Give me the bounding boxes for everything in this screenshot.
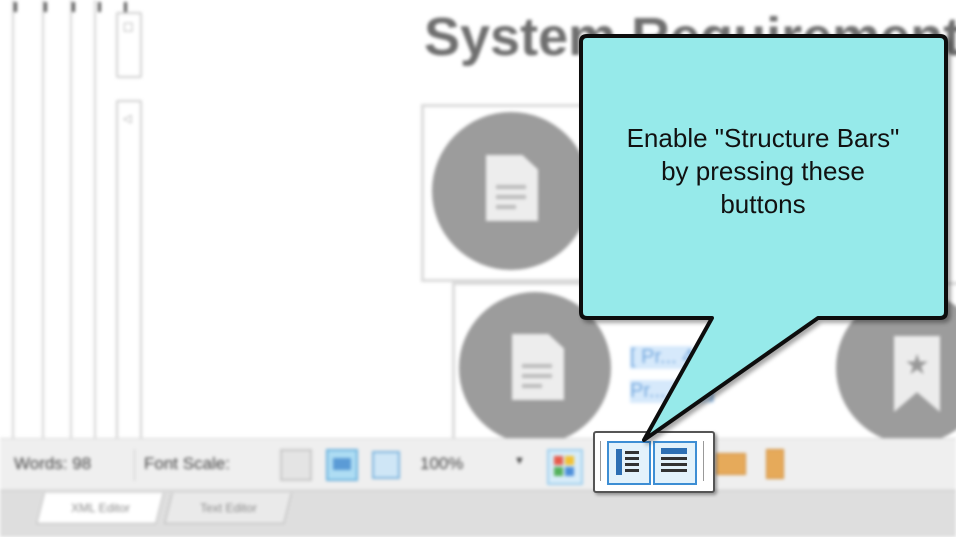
structure-bars-highlight xyxy=(593,431,715,493)
ruler-tick xyxy=(124,2,127,12)
inline-tag[interactable]: Pr... ct 4 ] xyxy=(630,380,715,403)
structure-line xyxy=(70,0,72,440)
document-icon xyxy=(512,334,564,400)
font-scale-large-button[interactable] xyxy=(372,451,400,479)
font-scale-medium-button[interactable] xyxy=(326,449,358,481)
tab-label: Text Editor xyxy=(199,501,257,515)
callout-line: buttons xyxy=(720,189,806,219)
show-span-bars-button[interactable] xyxy=(653,441,697,485)
separator xyxy=(703,441,704,481)
structure-line xyxy=(12,0,14,440)
editor-tab-bar: XML Editor Text Editor xyxy=(0,490,956,537)
tab-label: XML Editor xyxy=(70,501,130,515)
show-tags-button[interactable] xyxy=(716,453,746,475)
font-scale-label: Font Scale: xyxy=(144,454,230,473)
show-block-bars-button[interactable] xyxy=(607,441,651,485)
structure-line xyxy=(94,0,96,440)
document-icon xyxy=(486,155,538,221)
color-toggle-button[interactable] xyxy=(547,449,583,485)
ruler-tick xyxy=(14,2,17,12)
word-count: Words: 98 xyxy=(14,454,92,473)
ruler-tick xyxy=(72,2,75,12)
show-tags-vertical-button[interactable] xyxy=(766,449,784,479)
structure-bar-area: □ ◁ xyxy=(0,0,150,444)
separator xyxy=(600,441,601,481)
tab-text-editor[interactable]: Text Editor xyxy=(164,493,292,524)
inline-tag[interactable]: [ Pr... 4 xyxy=(630,346,694,369)
callout-line: by pressing these xyxy=(661,156,865,186)
ruler-tick xyxy=(44,2,47,12)
status-bar: Words: 98 Font Scale: 100% ▼ xyxy=(0,438,956,491)
page-title: System Requirements xyxy=(424,7,956,67)
zoom-value[interactable]: 100% xyxy=(420,454,463,474)
font-scale-small-button[interactable] xyxy=(280,449,312,481)
tab-xml-editor[interactable]: XML Editor xyxy=(36,493,164,524)
callout-text: Enable "Structure Bars" by pressing thes… xyxy=(585,122,941,221)
structure-bar-box[interactable]: □ xyxy=(116,12,142,78)
callout-line: Enable "Structure Bars" xyxy=(626,123,900,153)
zoom-dropdown-icon[interactable]: ▼ xyxy=(514,455,525,467)
ruler-tick xyxy=(98,2,101,12)
structure-bar-box[interactable]: ◁ xyxy=(116,100,142,444)
structure-line xyxy=(42,0,44,440)
separator xyxy=(134,449,135,481)
